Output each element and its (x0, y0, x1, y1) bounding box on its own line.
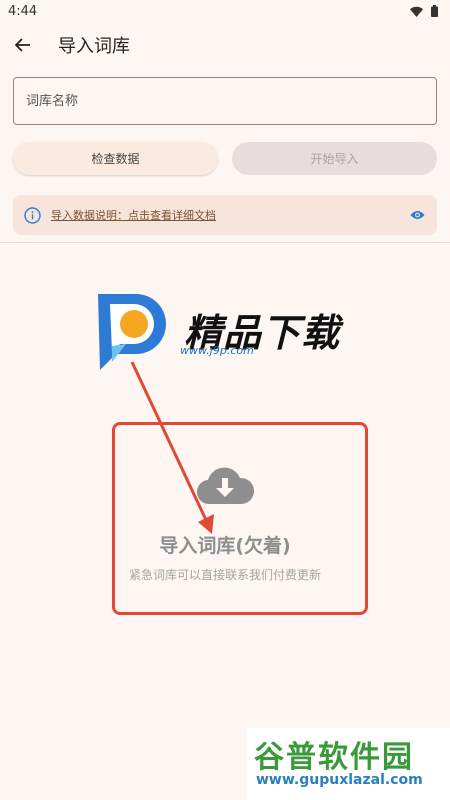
info-icon (23, 206, 41, 224)
import-title: 导入词库(欠着) (159, 535, 291, 557)
app-bar: 导入词库 (0, 22, 450, 68)
docs-link[interactable]: 导入数据说明：点击查看详细文档 (51, 207, 407, 223)
divider (0, 242, 450, 243)
status-time: 4:44 (8, 3, 38, 19)
dictionary-name-input[interactable] (13, 77, 437, 125)
wifi-icon (410, 6, 423, 17)
back-button[interactable] (0, 22, 46, 68)
check-data-button[interactable]: 检查数据 (13, 142, 218, 175)
corner-watermark-url: www.gupuxlazal.com (256, 772, 423, 788)
import-dictionary-zone[interactable] (112, 422, 368, 615)
eye-icon[interactable] (407, 205, 427, 225)
logo-url-text: www.j9p.com (180, 344, 254, 357)
arrow-left-icon (15, 38, 30, 52)
logo-mark-icon (98, 294, 166, 370)
cloud-download-icon (196, 466, 255, 510)
watermark-logo: 精品下载 www.j9p.com (92, 290, 352, 370)
corner-watermark-title: 谷普软件园 (254, 740, 414, 775)
corner-watermark: 谷普软件园 www.gupuxlazal.com (246, 728, 450, 800)
status-bar: 4:44 (0, 0, 450, 22)
import-subtitle: 紧急词库可以直接联系我们付费更新 (128, 568, 321, 582)
info-banner: 导入数据说明：点击查看详细文档 (13, 195, 437, 235)
page-title: 导入词库 (58, 36, 130, 57)
start-import-button[interactable]: 开始导入 (232, 142, 437, 175)
battery-icon (431, 5, 438, 17)
status-icons (410, 5, 438, 17)
